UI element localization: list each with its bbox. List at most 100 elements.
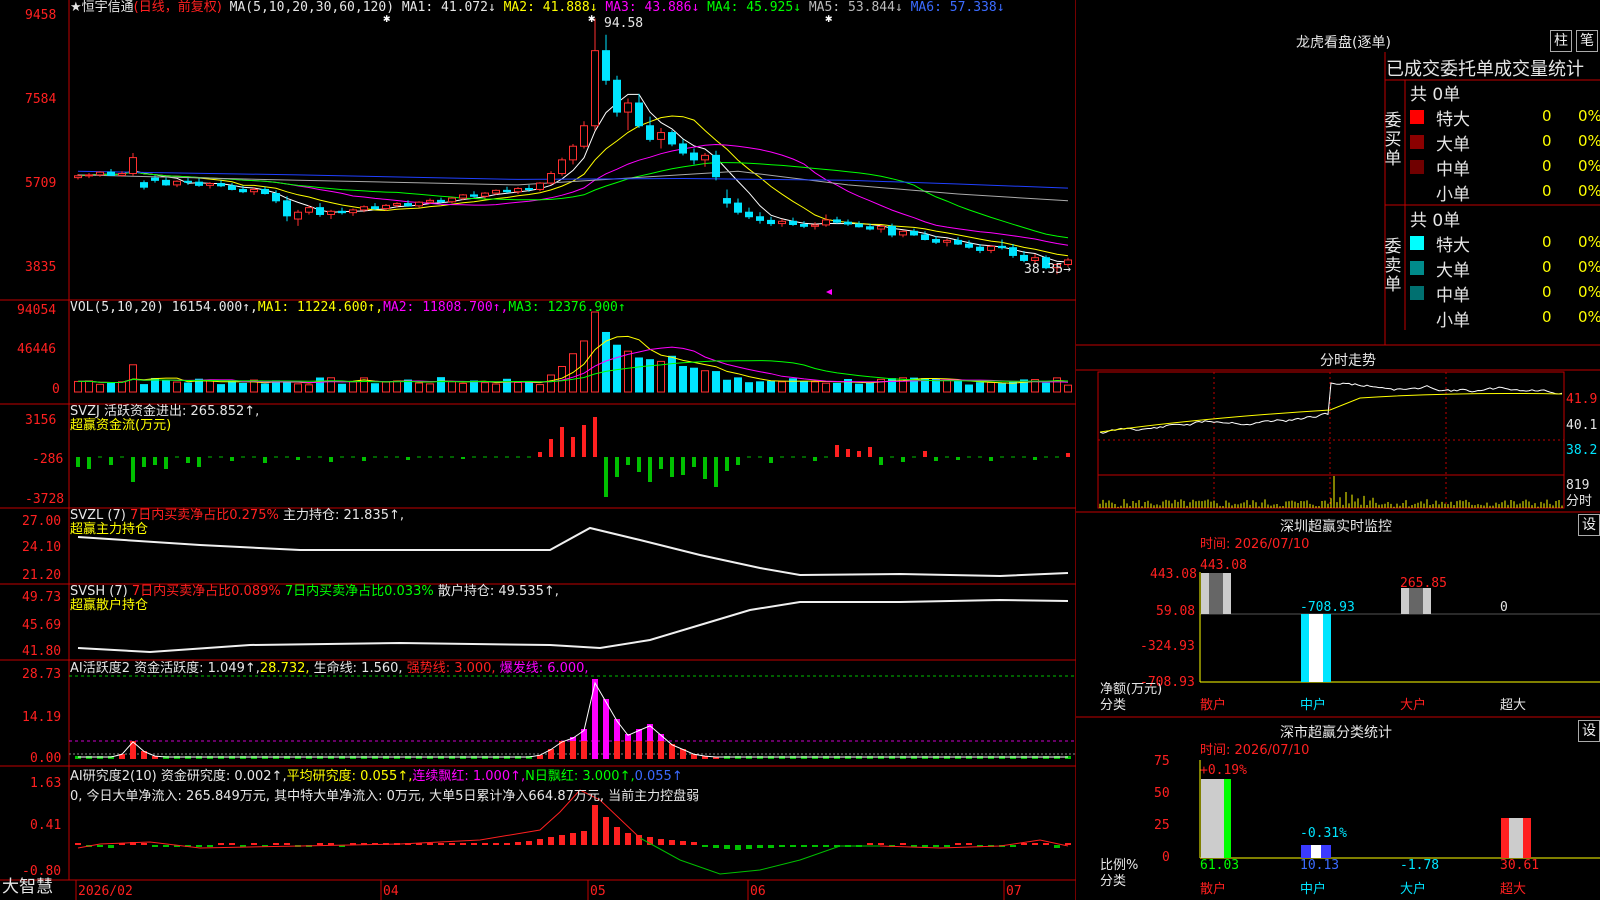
candle-body [448,197,456,203]
volume-bar [811,381,819,393]
svzj-bar [901,457,905,462]
ai2-bar [691,842,697,845]
sell-color-swatch [1410,286,1424,300]
svzj-bar [549,439,553,457]
pen-mode-button[interactable]: 笔 [1576,30,1598,52]
monitor-settings-button[interactable]: 设 [1578,514,1600,536]
candle-body [107,171,115,176]
ai2-bar [152,845,158,847]
svzj-bar [263,457,267,463]
ai2-bar [537,839,543,845]
ai2-bar [878,843,884,845]
candle-body [679,143,687,154]
svzj-bar [461,457,465,459]
svzj-bar [835,445,839,457]
volume-bar [228,380,236,393]
bar-mode-button[interactable]: 柱 [1550,30,1572,52]
monitor-bar [1301,614,1331,682]
svzj-active-flow: SVZJ 活跃资金进出: 265.852↑, [70,404,260,419]
svzj-bar [703,457,707,479]
sell-row-count: 0 [1542,258,1552,276]
ai2-bar [526,841,532,845]
candle-body [723,198,731,204]
candle-body [382,204,390,210]
svzj-sub: 超赢资金流(万元) [70,418,171,433]
sell-row-pct: 0% [1578,258,1600,276]
candle-body [195,181,203,186]
period-label[interactable]: (日线，前复权) [134,0,222,15]
ai2-osc-green [639,837,880,875]
ai2-bar [163,845,169,847]
ai1-bar-top [614,719,620,741]
svzj-bar [406,457,410,460]
candle-body [811,224,819,227]
monitor-bar-shade [1309,614,1323,682]
svzj-bar [626,457,630,465]
volume-bar [305,384,313,393]
class-settings-button[interactable]: 设 [1578,720,1600,742]
candle-body [118,173,126,176]
ai2-bar [218,843,224,845]
svzl-ytick: 27.00 [22,514,62,529]
ai1-bar [669,744,675,759]
ai2-bar [812,845,818,847]
volume-bar [624,350,632,393]
volume-bar [712,371,720,393]
ai2-bar [768,845,774,848]
ai2-bar [746,845,752,849]
main-ytick: 7584 [25,92,57,107]
ai2-bar [317,843,323,845]
ai2-bar [1010,845,1016,847]
candle-body [646,125,654,140]
ts-vol-unit: 分时 [1566,494,1593,509]
vol-header: VOL(5,10,20) 16154.000↑,MA1: 11224.600↑,… [70,300,626,315]
svzj-bar [164,457,168,469]
volume-bar [459,382,467,393]
main-ytick: 5709 [25,176,57,191]
monitor-cat: 中户 [1300,698,1327,713]
svzj-title: 超赢资金流(万元) [70,418,172,433]
volume-bar [668,355,676,393]
svzj-bar [538,452,542,457]
vol-ytick: 0 [52,382,60,397]
candle-body [712,154,720,178]
volume-bar [426,383,434,393]
class-ytick: 0 [1162,850,1170,865]
svzl-params: SVZL (7) [70,508,126,523]
buy-color-swatch [1410,135,1424,149]
candle-body [624,102,632,113]
ai2-bar [75,843,81,845]
ts-avg-line [1099,393,1563,433]
candle-body [173,180,181,186]
volume-bar [976,382,984,393]
candle-body [547,173,555,184]
class-bar [1501,818,1531,858]
buy-color-swatch [1410,110,1424,124]
monitor-cat: 散户 [1200,698,1227,713]
volume-bar [437,377,445,393]
candle-body [536,182,544,190]
svzj-bar [857,451,861,457]
candle-body [877,225,885,230]
candle-body [184,180,192,183]
ai2-extra: 0.055↑ [634,769,683,784]
star-icon[interactable]: ★ [70,0,82,15]
candle-body [261,188,269,195]
class-bar-shade [1311,845,1321,858]
ts-price: 41.9 [1566,392,1598,407]
svzj-bar [571,437,575,457]
svzj-bar [714,457,718,487]
ma2-line [77,115,1069,257]
ma3-value: MA3: 43.886↓ [605,0,700,15]
candle-body [558,159,566,175]
ai2-bar [427,843,433,845]
svzj-bar [923,451,927,457]
class-ytick: 25 [1154,818,1170,833]
volume-bar [481,382,489,393]
sell-color-swatch [1410,236,1424,250]
candle-body [833,219,841,223]
candle-body [525,188,533,191]
svzj-bar [681,457,685,475]
sell-row-pct: 0% [1578,308,1600,326]
volume-bar [646,359,654,393]
